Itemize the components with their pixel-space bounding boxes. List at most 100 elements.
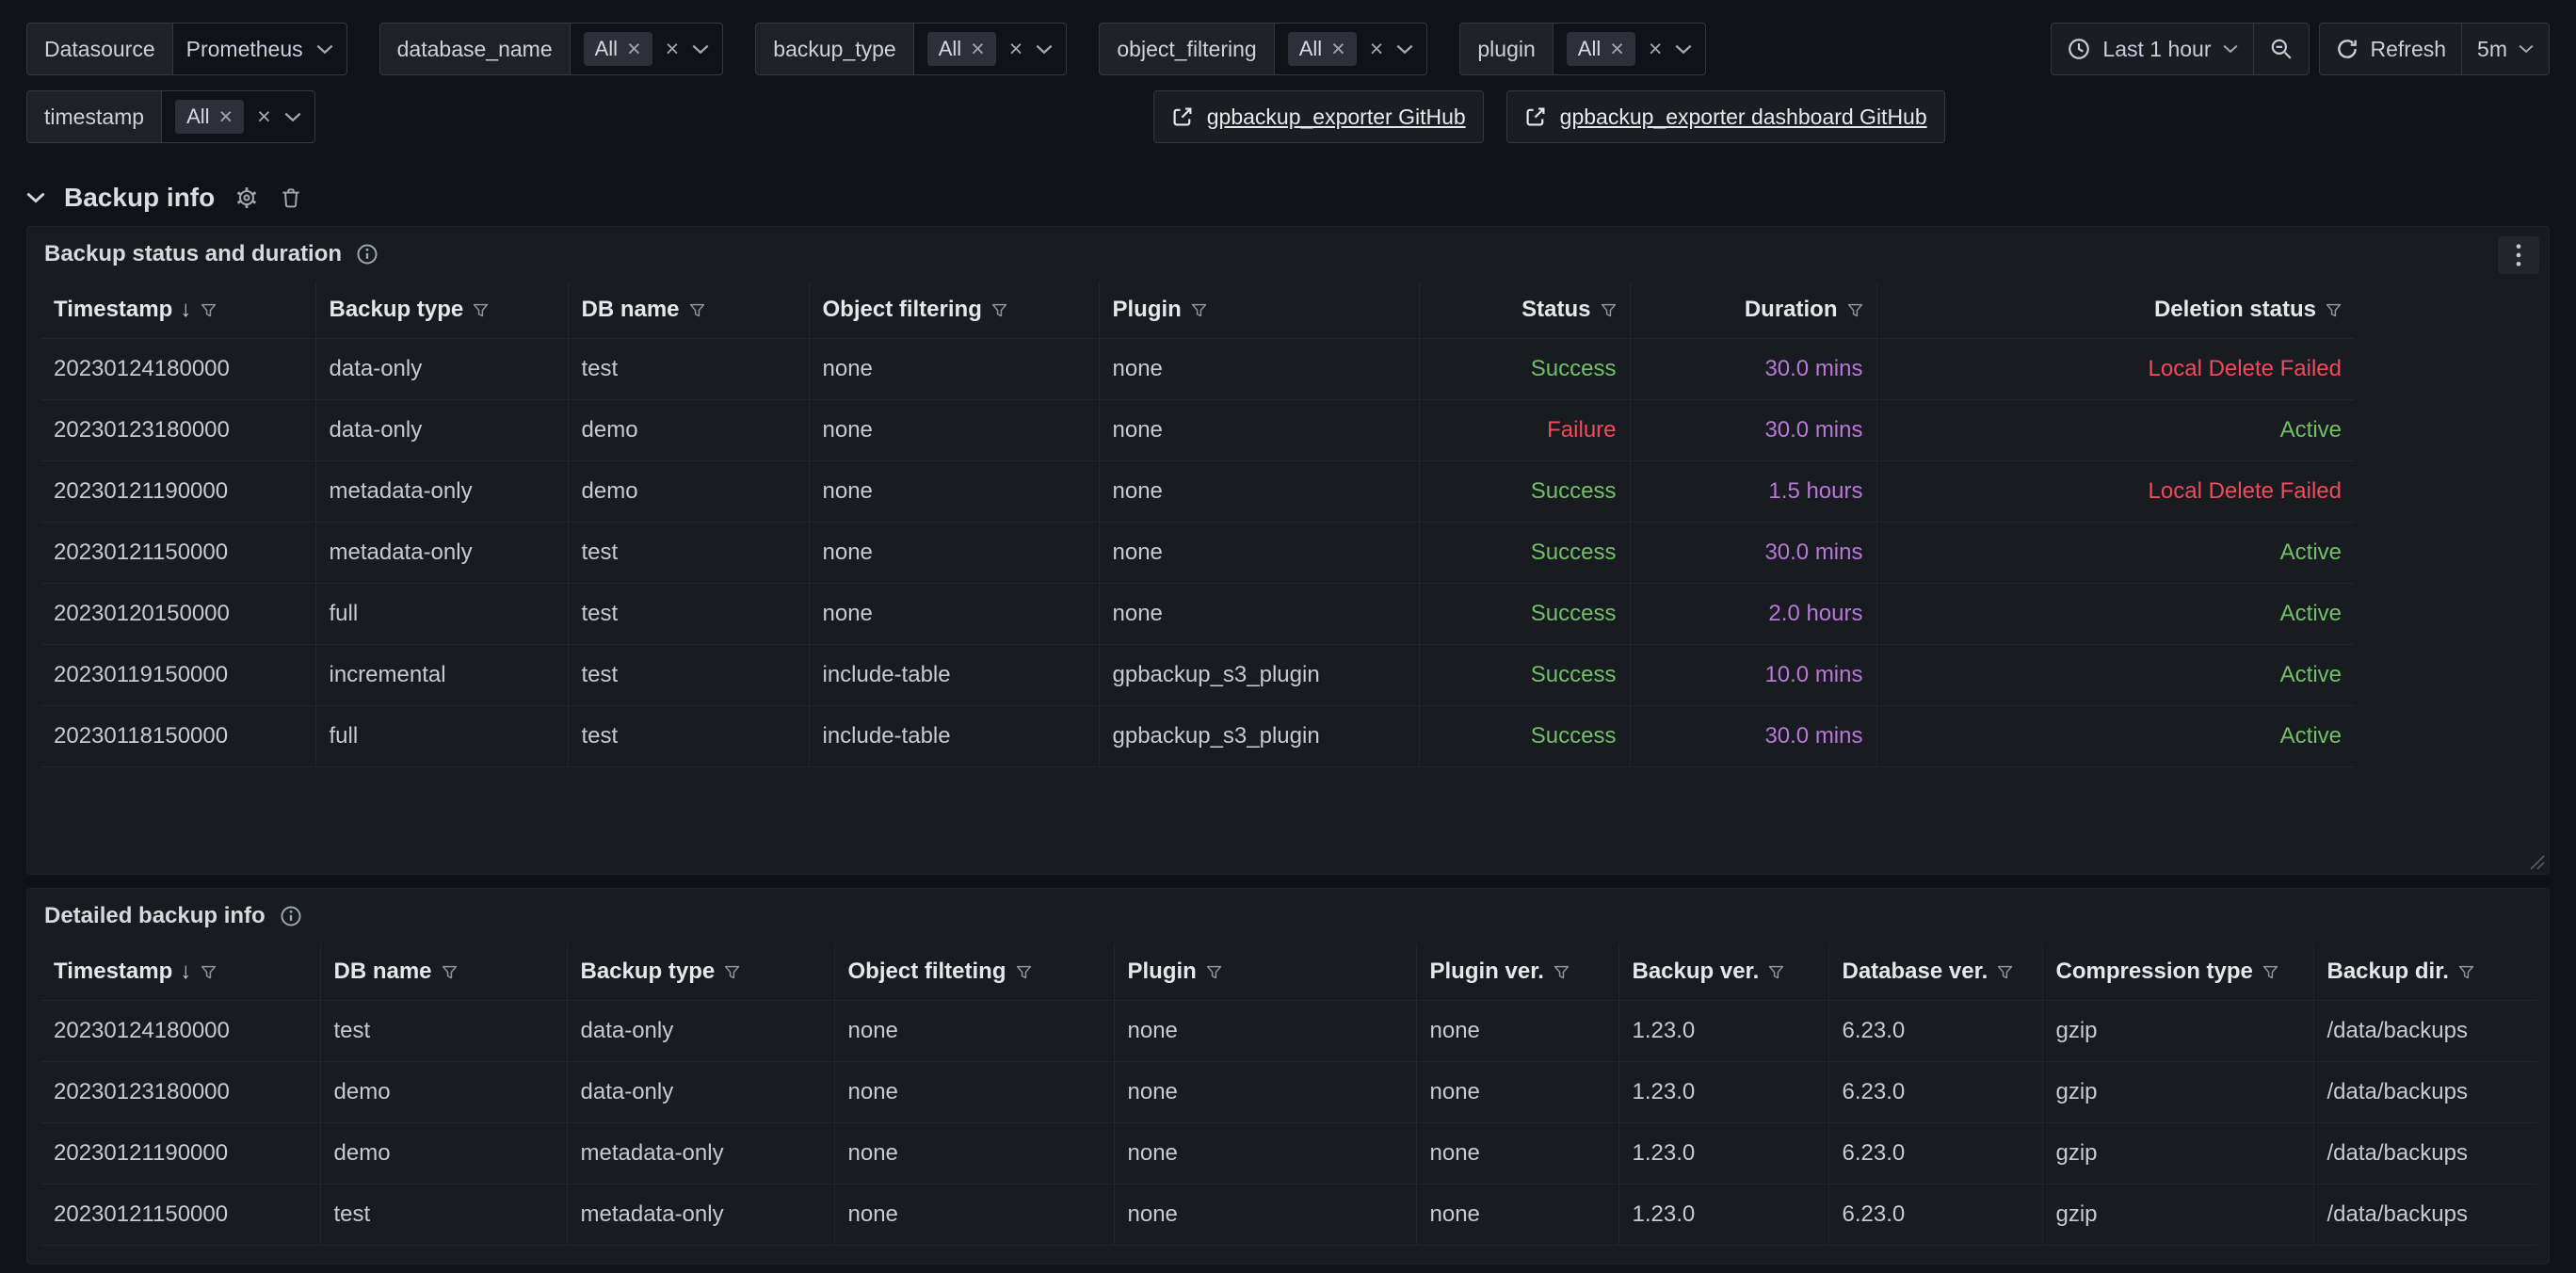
- filter-value-box[interactable]: All× ×: [571, 23, 724, 75]
- cell-object-filtering: include-table: [809, 705, 1099, 766]
- filter-value-box[interactable]: All× ×: [162, 90, 315, 143]
- panel-menu-kebab-icon[interactable]: [2498, 236, 2539, 274]
- filter-icon[interactable]: [689, 303, 705, 318]
- panel-title[interactable]: Backup status and duration: [44, 241, 342, 267]
- clear-filter-icon[interactable]: ×: [666, 38, 680, 61]
- info-icon[interactable]: [355, 242, 379, 266]
- column-header-backup-dir[interactable]: Backup dir.: [2313, 943, 2537, 1000]
- cell-db-name: demo: [320, 1122, 567, 1184]
- gear-icon[interactable]: [233, 185, 260, 211]
- column-header-timestamp[interactable]: Timestamp↓: [40, 943, 320, 1000]
- sort-desc-icon[interactable]: ↓: [180, 297, 191, 322]
- cell-object-filteting: none: [834, 1061, 1114, 1122]
- column-header-deletion-status[interactable]: Deletion status: [1876, 282, 2355, 338]
- time-range-button[interactable]: Last 1 hour: [2052, 24, 2252, 74]
- column-header-compression-type[interactable]: Compression type: [2042, 943, 2313, 1000]
- clear-filter-icon[interactable]: ×: [1649, 38, 1663, 61]
- filter-icon[interactable]: [201, 965, 217, 980]
- chip-remove-icon[interactable]: ×: [971, 38, 985, 61]
- chevron-down-icon[interactable]: [284, 112, 301, 122]
- panel-detailed-backup-info: Detailed backup info Timestamp↓DB nameBa…: [26, 888, 2550, 1265]
- filter-icon[interactable]: [1016, 965, 1032, 980]
- chevron-down-icon[interactable]: [1396, 44, 1413, 55]
- filter-chip[interactable]: All×: [1288, 32, 1357, 66]
- clear-filter-icon[interactable]: ×: [1009, 38, 1023, 61]
- panel-title[interactable]: Detailed backup info: [44, 903, 266, 929]
- column-header-status[interactable]: Status: [1419, 282, 1630, 338]
- refresh-interval-button[interactable]: 5m: [2461, 24, 2549, 74]
- filter-icon[interactable]: [1847, 303, 1863, 318]
- column-header-backup-type[interactable]: Backup type: [315, 282, 568, 338]
- column-header-backup-type[interactable]: Backup type: [567, 943, 834, 1000]
- filter-icon[interactable]: [201, 303, 217, 318]
- column-header-plugin[interactable]: Plugin: [1114, 943, 1416, 1000]
- collapse-chevron-icon[interactable]: [26, 192, 45, 203]
- filter-chip[interactable]: All×: [584, 32, 652, 66]
- column-header-backup-ver[interactable]: Backup ver.: [1618, 943, 1828, 1000]
- cell-plugin: gpbackup_s3_plugin: [1099, 644, 1419, 705]
- chevron-down-icon[interactable]: [692, 44, 709, 55]
- chip-remove-icon[interactable]: ×: [219, 105, 233, 129]
- chip-remove-icon[interactable]: ×: [627, 38, 641, 61]
- filter-icon[interactable]: [991, 303, 1007, 318]
- filter-icon[interactable]: [1554, 965, 1570, 980]
- filter-icon[interactable]: [2458, 965, 2474, 980]
- table-row: 20230119150000incrementaltestinclude-tab…: [40, 644, 2355, 705]
- time-picker-group: Last 1 hour: [2051, 23, 2309, 75]
- info-icon[interactable]: [279, 904, 303, 928]
- column-label: Compression type: [2056, 959, 2253, 984]
- link-gpbackup-exporter-github[interactable]: gpbackup_exporter GitHub: [1153, 90, 1484, 143]
- column-header-db-name[interactable]: DB name: [320, 943, 567, 1000]
- cell-status: Success: [1419, 522, 1630, 583]
- filter-chip[interactable]: All×: [1567, 32, 1635, 66]
- panel-resize-handle[interactable]: [2524, 849, 2545, 870]
- column-header-object-filtering[interactable]: Object filtering: [809, 282, 1099, 338]
- column-header-plugin-ver[interactable]: Plugin ver.: [1416, 943, 1618, 1000]
- section-title[interactable]: Backup info: [64, 183, 215, 213]
- chip-remove-icon[interactable]: ×: [1331, 38, 1345, 61]
- zoom-out-button[interactable]: [2253, 24, 2309, 74]
- clear-filter-icon[interactable]: ×: [1370, 38, 1384, 61]
- cell-backup-type: data-only: [567, 1061, 834, 1122]
- column-header-duration[interactable]: Duration: [1630, 282, 1876, 338]
- sort-desc-icon[interactable]: ↓: [180, 959, 191, 984]
- filter-icon[interactable]: [1997, 965, 2013, 980]
- cell-plugin: gpbackup_s3_plugin: [1099, 705, 1419, 766]
- cell-plugin: none: [1099, 338, 1419, 399]
- filter-value-box[interactable]: All× ×: [1275, 23, 1428, 75]
- trash-icon[interactable]: [279, 185, 303, 210]
- detailed-backup-table: Timestamp↓DB nameBackup typeObject filte…: [40, 943, 2537, 1246]
- cell-plugin: none: [1099, 399, 1419, 460]
- filter-icon[interactable]: [724, 965, 740, 980]
- filter-icon[interactable]: [2326, 303, 2342, 318]
- filter-value-box[interactable]: All× ×: [914, 23, 1068, 75]
- chip-remove-icon[interactable]: ×: [1610, 38, 1624, 61]
- filter-icon[interactable]: [1191, 303, 1207, 318]
- cell-deletion-status: Active: [1876, 583, 2355, 644]
- chevron-down-icon[interactable]: [1036, 44, 1053, 55]
- refresh-button[interactable]: Refresh: [2320, 24, 2462, 74]
- filter-chip[interactable]: All×: [927, 32, 996, 66]
- link-gpbackup-exporter-dashboard-github[interactable]: gpbackup_exporter dashboard GitHub: [1506, 90, 1945, 143]
- column-header-plugin[interactable]: Plugin: [1099, 282, 1419, 338]
- filter-icon[interactable]: [1768, 965, 1784, 980]
- column-header-db-name[interactable]: DB name: [568, 282, 809, 338]
- filter-icon[interactable]: [2262, 965, 2278, 980]
- cell-deletion-status: Active: [1876, 522, 2355, 583]
- panel-backup-status-and-duration: Backup status and duration Timestamp↓Bac…: [26, 226, 2550, 875]
- chevron-down-icon[interactable]: [1675, 44, 1692, 55]
- filter-label: database_name: [379, 23, 571, 75]
- cell-duration: 30.0 mins: [1630, 522, 1876, 583]
- filter-icon[interactable]: [1601, 303, 1617, 318]
- column-header-object-filteting[interactable]: Object filteting: [834, 943, 1114, 1000]
- filter-icon[interactable]: [1206, 965, 1222, 980]
- column-header-timestamp[interactable]: Timestamp↓: [40, 282, 315, 338]
- filter-icon[interactable]: [473, 303, 489, 318]
- column-header-database-ver[interactable]: Database ver.: [1828, 943, 2042, 1000]
- filter-icon[interactable]: [442, 965, 458, 980]
- filter-chip[interactable]: All×: [175, 100, 244, 134]
- filter-value-box[interactable]: All× ×: [1554, 23, 1707, 75]
- cell-plugin: none: [1114, 1061, 1416, 1122]
- datasource-select[interactable]: Prometheus: [173, 23, 347, 75]
- clear-filter-icon[interactable]: ×: [257, 105, 271, 129]
